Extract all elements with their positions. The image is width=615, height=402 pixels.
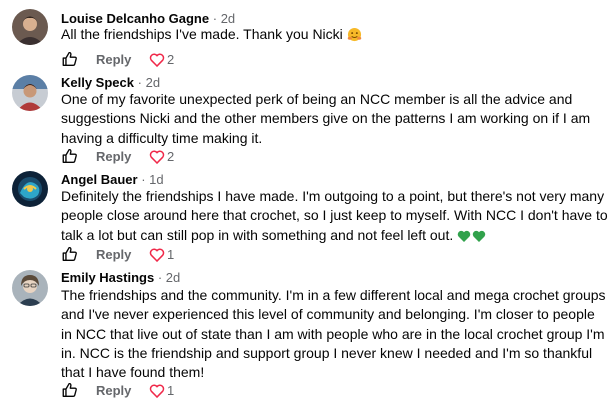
reply-button[interactable]: Reply <box>96 247 131 262</box>
author-name[interactable]: Angel Bauer <box>61 172 138 187</box>
timestamp[interactable]: 2d <box>146 75 160 90</box>
reaction-count[interactable]: 2 <box>167 52 174 67</box>
thumbs-up-icon[interactable] <box>61 245 79 263</box>
thumbs-up-icon[interactable] <box>61 147 79 165</box>
comment-text: Definitely the friendships I have made. … <box>61 188 608 243</box>
comment-text-block: Definitely the friendships I have made. … <box>61 187 609 248</box>
avatar[interactable] <box>12 75 48 111</box>
comment-text: One of my favorite unexpected perk of be… <box>61 91 591 146</box>
heart-icon[interactable] <box>149 149 165 165</box>
timestamp[interactable]: 2d <box>221 11 235 26</box>
separator-dot: · <box>212 11 218 26</box>
avatar[interactable] <box>12 171 48 207</box>
timestamp[interactable]: 2d <box>166 270 180 285</box>
author-name[interactable]: Louise Delcanho Gagne <box>61 11 209 26</box>
timestamp[interactable]: 1d <box>149 172 163 187</box>
green-heart-emoji <box>457 229 487 248</box>
reaction-count[interactable]: 2 <box>167 149 174 164</box>
comment-text: All the friendships I've made. Thank you… <box>61 26 343 42</box>
comment-actions: Reply 1 <box>61 381 261 401</box>
author-name[interactable]: Emily Hastings <box>61 270 154 285</box>
heart-icon[interactable] <box>149 247 165 263</box>
heart-icon[interactable] <box>149 52 165 68</box>
heart-icon[interactable] <box>149 383 165 399</box>
hugging-face-emoji <box>347 27 362 47</box>
separator-dot: · <box>141 172 146 187</box>
reply-button[interactable]: Reply <box>96 52 131 67</box>
reaction-count[interactable]: 1 <box>167 247 174 262</box>
comment-meta: Angel Bauer · 1d <box>61 172 164 188</box>
avatar[interactable] <box>12 270 48 306</box>
reply-button[interactable]: Reply <box>96 383 131 398</box>
separator-dot: · <box>157 270 163 285</box>
comment-meta: Kelly Speck · 2d <box>61 75 160 91</box>
reply-button[interactable]: Reply <box>96 149 131 164</box>
comment-actions: Reply 2 <box>61 147 261 167</box>
comment-meta: Emily Hastings · 2d <box>61 270 180 286</box>
author-name[interactable]: Kelly Speck <box>61 75 134 90</box>
separator-dot: · <box>137 75 142 90</box>
comment-text-block: All the friendships I've made. Thank you… <box>61 25 609 47</box>
comment-text: The friendships and the community. I'm i… <box>61 287 606 381</box>
reaction-count[interactable]: 1 <box>167 383 174 398</box>
thumbs-up-icon[interactable] <box>61 381 79 399</box>
avatar[interactable] <box>12 9 48 45</box>
comment-actions: Reply 2 <box>61 50 261 70</box>
thumbs-up-icon[interactable] <box>61 50 79 68</box>
comment-actions: Reply 1 <box>61 245 261 265</box>
